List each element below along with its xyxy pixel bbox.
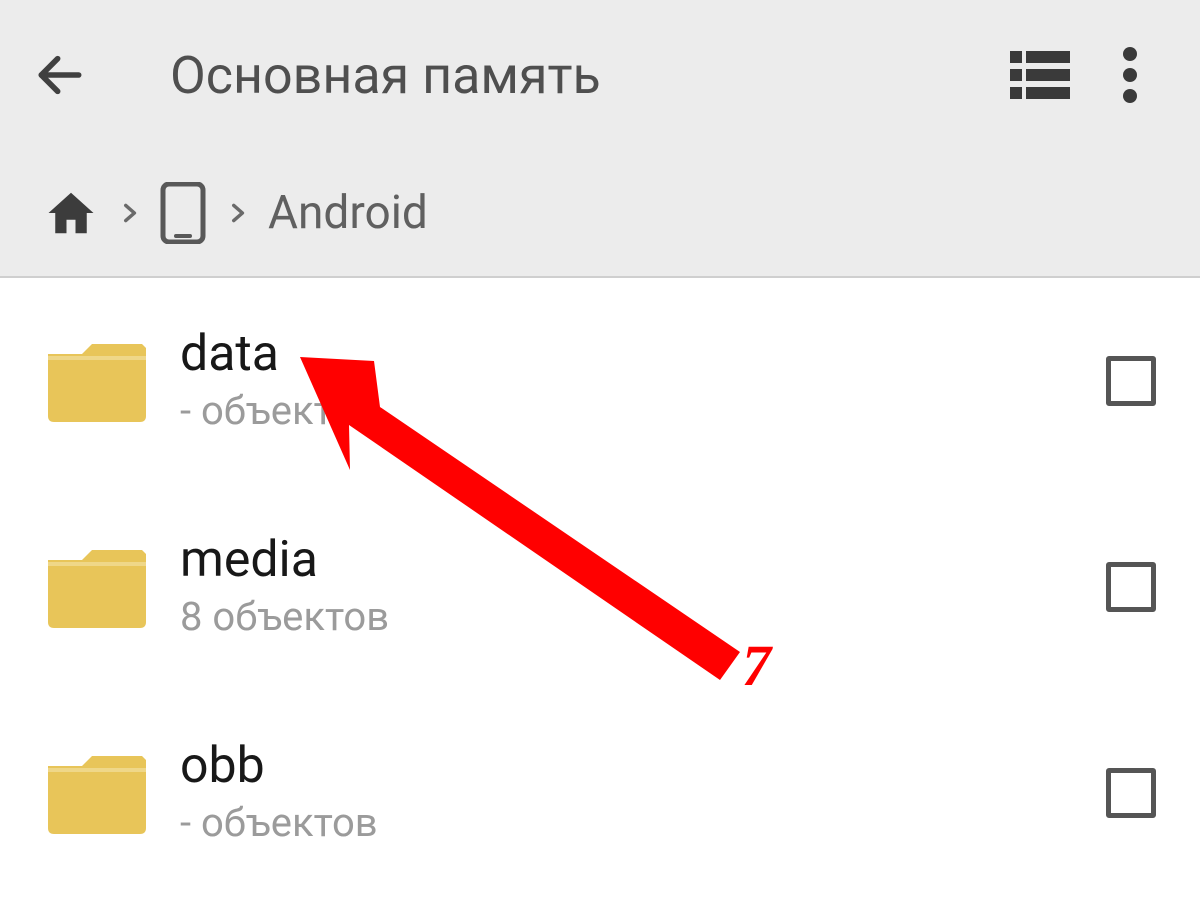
annotation-number: 7 xyxy=(742,632,771,699)
breadcrumb: Android xyxy=(0,150,1200,278)
view-toggle-button[interactable] xyxy=(1000,35,1080,115)
breadcrumb-home[interactable] xyxy=(44,186,98,240)
breadcrumb-current[interactable]: Android xyxy=(268,186,428,240)
home-icon xyxy=(44,186,98,240)
page-title: Основная память xyxy=(170,45,990,106)
list-view-icon xyxy=(1010,51,1070,99)
list-item-texts: media 8 объектов xyxy=(180,534,1106,640)
folder-sub: - объектов xyxy=(180,799,1106,846)
back-button[interactable] xyxy=(30,45,90,105)
list-item[interactable]: data - объектов xyxy=(0,278,1200,484)
select-checkbox[interactable] xyxy=(1106,562,1156,612)
breadcrumb-device[interactable] xyxy=(160,182,206,244)
folder-name: obb xyxy=(180,740,1106,793)
folder-name: data xyxy=(180,328,1106,381)
folder-sub: - объектов xyxy=(180,387,1106,434)
breadcrumb-sep-1 xyxy=(116,193,142,233)
toolbar: Основная память xyxy=(0,0,1200,150)
list-item-texts: data - объектов xyxy=(180,328,1106,434)
more-button[interactable] xyxy=(1090,35,1170,115)
folder-sub: 8 объектов xyxy=(180,593,1106,640)
folder-icon xyxy=(40,542,154,632)
select-checkbox[interactable] xyxy=(1106,768,1156,818)
folder-icon xyxy=(40,748,154,838)
chevron-right-icon xyxy=(116,193,142,233)
folder-name: media xyxy=(180,534,1106,587)
folder-list: data - объектов media 8 объектов obb - о… xyxy=(0,278,1200,896)
list-item[interactable]: media 8 объектов xyxy=(0,484,1200,690)
list-item[interactable]: obb - объектов xyxy=(0,690,1200,896)
list-item-texts: obb - объектов xyxy=(180,740,1106,846)
chevron-right-icon xyxy=(224,193,250,233)
folder-icon xyxy=(40,336,154,426)
kebab-icon xyxy=(1123,47,1137,103)
phone-icon xyxy=(160,182,206,244)
breadcrumb-sep-2 xyxy=(224,193,250,233)
arrow-left-icon xyxy=(32,47,88,103)
select-checkbox[interactable] xyxy=(1106,356,1156,406)
